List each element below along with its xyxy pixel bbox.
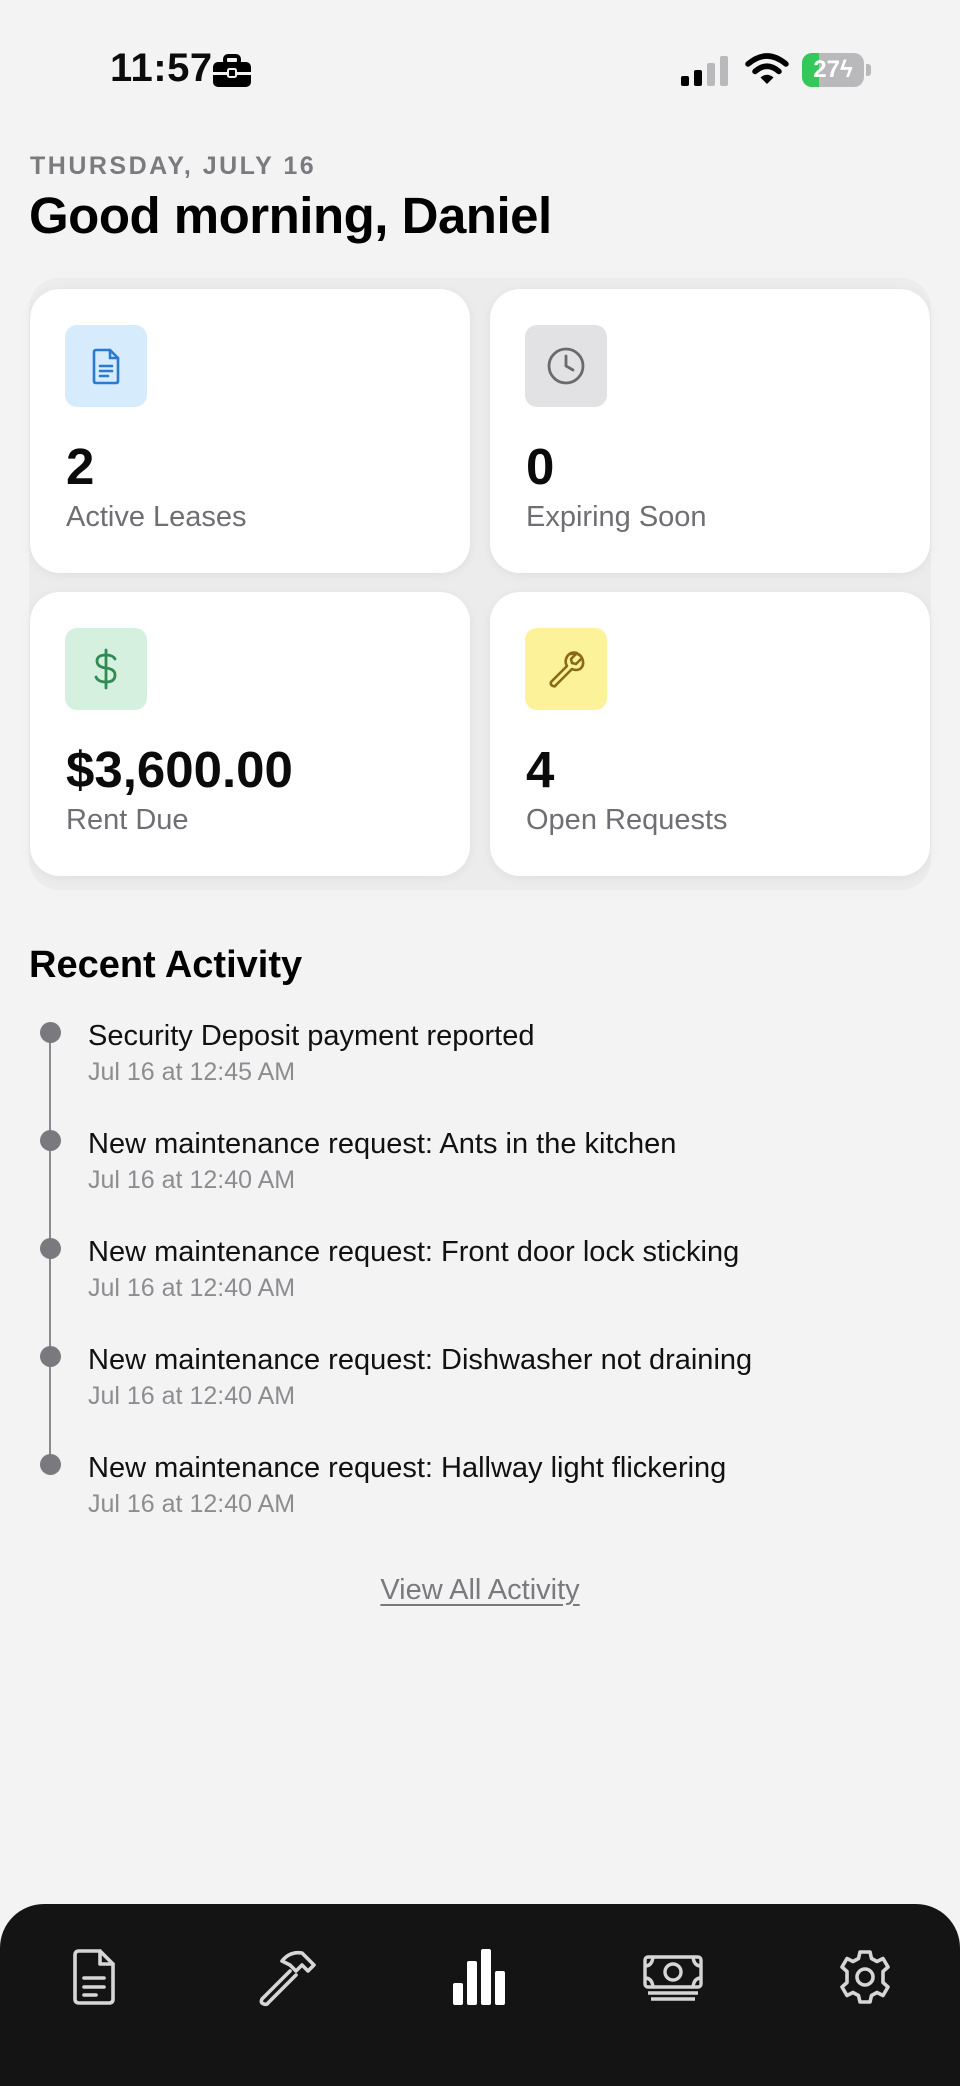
- activity-time: Jul 16 at 12:45 AM: [88, 1058, 296, 1086]
- timeline-dot: [40, 1346, 61, 1367]
- activity-title: New maintenance request: Ants in the kit…: [88, 1128, 677, 1160]
- timeline-dot: [40, 1238, 61, 1259]
- activity-title: New maintenance request: Hallway light f…: [88, 1452, 727, 1484]
- rent-due-label: Rent Due: [66, 804, 189, 836]
- status-time: 11:57: [110, 46, 213, 90]
- activity-title: New maintenance request: Front door lock…: [88, 1236, 740, 1268]
- battery-percent: 27: [813, 56, 840, 83]
- hammer-icon: [259, 1950, 316, 2007]
- open-requests-label: Open Requests: [526, 804, 728, 836]
- tab-payments[interactable]: [638, 1942, 708, 2012]
- battery-charging-icon: 27ϟ: [802, 53, 864, 87]
- battery-indicator: 27ϟ: [802, 53, 872, 87]
- activity-time: Jul 16 at 12:40 AM: [88, 1166, 296, 1194]
- bolt-icon: ϟ: [840, 56, 853, 83]
- activity-item[interactable]: New maintenance request: Ants in the kit…: [0, 1118, 960, 1208]
- tab-bar: [0, 1904, 960, 2086]
- timeline-dot: [40, 1454, 61, 1475]
- activity-title: Security Deposit payment reported: [88, 1020, 535, 1052]
- recent-activity-title: Recent Activity: [29, 944, 303, 986]
- expiring-soon-count: 0: [526, 438, 555, 495]
- stat-card-open-requests[interactable]: 4 Open Requests: [490, 592, 930, 876]
- stat-card-expiring-soon[interactable]: 0 Expiring Soon: [490, 289, 930, 573]
- activity-item[interactable]: New maintenance request: Front door lock…: [0, 1226, 960, 1316]
- gear-icon: [840, 1950, 890, 2004]
- timeline-dot: [40, 1022, 61, 1043]
- rent-due-amount: $3,600.00: [66, 741, 293, 798]
- document-icon: [73, 1949, 115, 2005]
- activity-item[interactable]: New maintenance request: Hallway light f…: [0, 1442, 960, 1532]
- page-title: Good morning, Daniel: [29, 187, 552, 244]
- activity-title: New maintenance request: Dishwasher not …: [88, 1344, 753, 1376]
- status-bar: 11:57 27ϟ: [0, 0, 960, 140]
- expiring-soon-label: Expiring Soon: [526, 501, 707, 533]
- activity-time: Jul 16 at 12:40 AM: [88, 1274, 296, 1302]
- tab-maintenance[interactable]: [252, 1942, 322, 2012]
- battery-tip: [866, 64, 871, 76]
- activity-time: Jul 16 at 12:40 AM: [88, 1490, 296, 1518]
- activity-item[interactable]: New maintenance request: Dishwasher not …: [0, 1334, 960, 1424]
- stat-card-rent-due[interactable]: $3,600.00 Rent Due: [30, 592, 470, 876]
- activity-item[interactable]: Security Deposit payment reported Jul 16…: [0, 1010, 960, 1100]
- briefcase-icon: [213, 54, 251, 87]
- dollar-icon: [65, 628, 147, 710]
- document-icon: [65, 325, 147, 407]
- date-label: THURSDAY, JULY 16: [30, 152, 317, 180]
- active-leases-label: Active Leases: [66, 501, 247, 533]
- clock-icon: [525, 325, 607, 407]
- open-requests-count: 4: [526, 741, 555, 798]
- tab-leases[interactable]: [60, 1942, 130, 2012]
- bar-chart-icon: [453, 1949, 505, 2005]
- tab-dashboard[interactable]: [444, 1942, 514, 2012]
- timeline-dot: [40, 1130, 61, 1151]
- tab-settings[interactable]: [830, 1942, 900, 2012]
- view-all-activity-link[interactable]: View All Activity: [0, 1574, 960, 1607]
- wrench-icon: [525, 628, 607, 710]
- wifi-icon: [745, 53, 789, 84]
- cash-icon: [643, 1955, 703, 2001]
- activity-time: Jul 16 at 12:40 AM: [88, 1382, 296, 1410]
- stat-card-active-leases[interactable]: 2 Active Leases: [30, 289, 470, 573]
- cellular-signal-icon: [681, 56, 728, 86]
- active-leases-count: 2: [66, 438, 95, 495]
